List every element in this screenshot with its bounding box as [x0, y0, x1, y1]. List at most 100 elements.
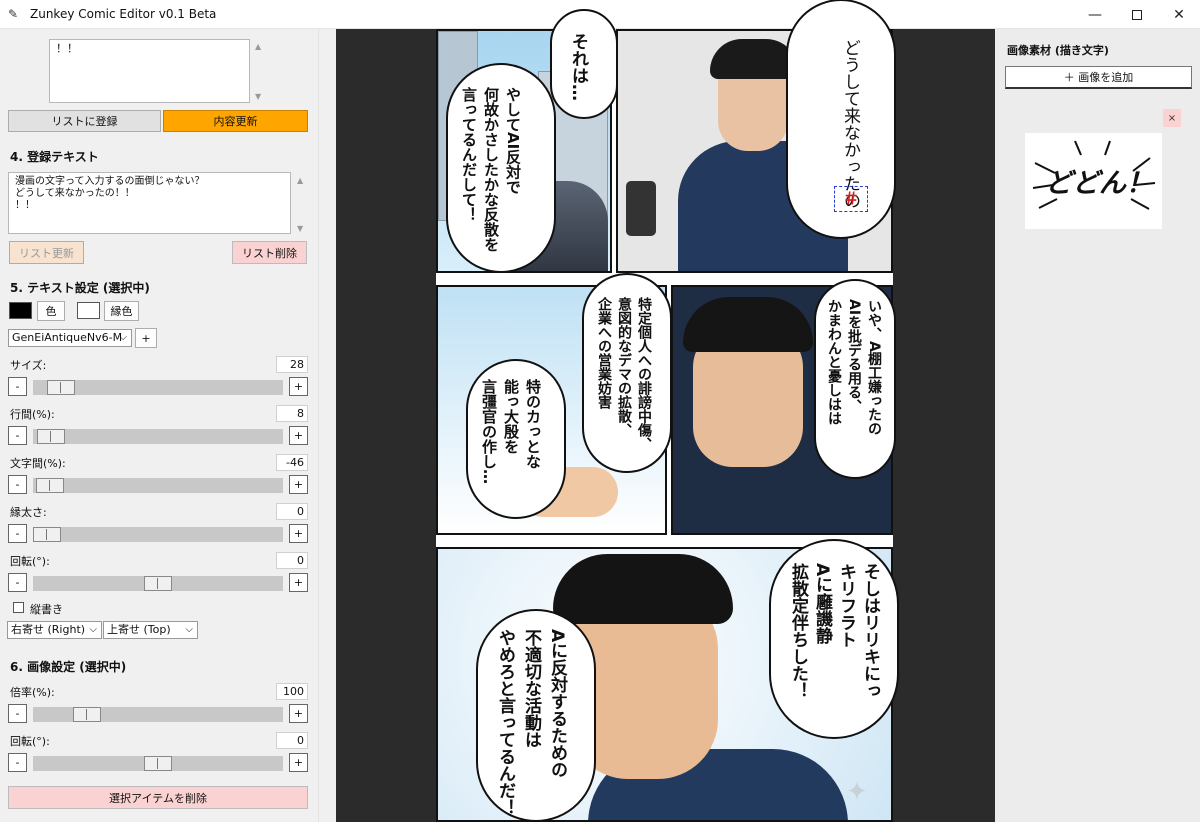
bubble-text: 特のカっとな 能っ大殷を 言彊官の作し… [480, 379, 542, 484]
comic-page[interactable]: それは… やしてAI反対で 何故かさしたかな反散を 言ってるんだして！ どうして… [436, 0, 899, 822]
close-button[interactable]: ✕ [1156, 0, 1200, 29]
scale-value[interactable]: 100 [276, 683, 308, 700]
maximize-icon [1132, 9, 1142, 20]
text-rotation-label: 回転(°): [10, 555, 50, 568]
text-color-swatch[interactable] [9, 302, 32, 319]
letter-spacing-slider[interactable] [33, 478, 283, 493]
left-panel: ！！ ▲ ▼ リストに登録 内容更新 4. 登録テキスト 漫画の文字って入力する… [0, 29, 318, 822]
size-slider-thumb[interactable] [47, 380, 75, 395]
minimize-icon: — [1088, 6, 1102, 23]
image-assets-heading: 画像素材 (描き文字) [1007, 44, 1109, 57]
letter-spacing-plus-button[interactable]: + [289, 475, 308, 494]
close-icon: ✕ [1173, 6, 1185, 23]
vertical-writing-checkbox[interactable] [13, 602, 24, 613]
size-label: サイズ: [10, 359, 47, 372]
left-panel-scrollbar[interactable] [318, 29, 336, 822]
outline-width-plus-button[interactable]: + [289, 524, 308, 543]
outline-width-slider[interactable] [33, 527, 283, 542]
vertical-align-select[interactable]: 上寄せ (Top) ⌵ [103, 621, 198, 639]
maximize-button[interactable] [1114, 0, 1160, 29]
font-add-button[interactable]: + [135, 328, 157, 348]
section-6-title: 6. 画像設定 (選択中) [10, 660, 127, 674]
font-select[interactable]: GenEiAntiqueNv6-M ⌵ [8, 329, 132, 347]
scale-plus-button[interactable]: + [289, 704, 308, 723]
bubble-text: どうして来なかったの [840, 39, 860, 209]
font-select-value: GenEiAntiqueNv6-M [12, 331, 123, 344]
letter-spacing-label: 文字間(%): [10, 457, 66, 470]
text-rotation-value[interactable]: 0 [276, 552, 308, 569]
section-4-title: 4. 登録テキスト [10, 150, 99, 164]
outline-width-label: 縁太さ: [10, 506, 47, 519]
vertical-writing-label: 縦書き [30, 603, 63, 616]
sparkle-icon: ✦ [846, 777, 868, 807]
update-list-button[interactable]: リスト更新 [9, 241, 84, 264]
canvas-area[interactable]: それは… やしてAI反対で 何故かさしたかな反散を 言ってるんだして！ どうして… [336, 0, 995, 822]
chevron-down-icon: ⌵ [119, 332, 127, 343]
line-spacing-value[interactable]: 8 [276, 405, 308, 422]
minimize-button[interactable]: — [1072, 0, 1118, 29]
close-icon: × [1167, 112, 1177, 124]
letter-spacing-value[interactable]: -46 [276, 454, 308, 471]
text-cursor-selection[interactable]: ＃ [834, 186, 868, 212]
add-image-button[interactable]: ＋ 画像を追加 [1005, 66, 1192, 89]
letter-spacing-minus-button[interactable]: - [8, 475, 27, 494]
asset-close-button[interactable]: × [1163, 109, 1181, 127]
scale-label: 倍率(%): [10, 686, 55, 699]
size-plus-button[interactable]: + [289, 377, 308, 396]
line-spacing-minus-button[interactable]: - [8, 426, 27, 445]
size-value[interactable]: 28 [276, 356, 308, 373]
update-content-button[interactable]: 内容更新 [163, 110, 308, 132]
image-rotation-slider-thumb[interactable] [144, 756, 172, 771]
image-rotation-plus-button[interactable]: + [289, 753, 308, 772]
registered-text-list[interactable]: 漫画の文字って入力するの面倒じゃない？ どうして来なかったの！！ ！！ [8, 172, 291, 234]
bubble-text: そしはリリキにっ キリフラト Aに廱譏静 拡散定伴ちした！ [788, 563, 880, 699]
delete-list-button[interactable]: リスト削除 [232, 241, 307, 264]
outline-width-minus-button[interactable]: - [8, 524, 27, 543]
outline-color-swatch[interactable] [77, 302, 100, 319]
bubble-text: Aに反対するための 不適切な活動は やめろと言ってるんだ！ [495, 629, 567, 816]
text-rotation-slider[interactable] [33, 576, 283, 591]
line-spacing-label: 行間(%): [10, 408, 55, 421]
vertical-align-value: 上寄せ (Top) [107, 623, 171, 636]
size-minus-button[interactable]: - [8, 377, 27, 396]
list-scroll-down-icon[interactable]: ▼ [297, 224, 303, 233]
asset-label: どどん！ [1045, 168, 1153, 199]
image-rotation-slider[interactable] [33, 756, 283, 771]
size-slider[interactable] [33, 380, 283, 395]
right-panel: 画像素材 (描き文字) ＋ 画像を追加 × どどん！ [995, 29, 1200, 822]
text-color-button[interactable]: 色 [37, 301, 65, 321]
bubble-text: やしてAI反対で 何故かさしたかな反散を 言ってるんだして！ [460, 87, 522, 252]
asset-thumbnail[interactable]: どどん！ [1025, 133, 1162, 229]
delete-selected-item-button[interactable]: 選択アイテムを削除 [8, 786, 308, 809]
feather-icon: ✎ [8, 7, 19, 21]
image-rotation-value[interactable]: 0 [276, 732, 308, 749]
chevron-down-icon: ⌵ [185, 624, 193, 635]
man-hair-illustration [553, 554, 733, 624]
text-rotation-slider-thumb[interactable] [144, 576, 172, 591]
scale-slider[interactable] [33, 707, 283, 722]
bubble-text: それは… [568, 33, 588, 101]
section-5-title: 5. テキスト設定 (選択中) [10, 281, 150, 295]
outline-width-slider-thumb[interactable] [33, 527, 61, 542]
outline-color-button[interactable]: 縁色 [104, 301, 139, 321]
image-rotation-minus-button[interactable]: - [8, 753, 27, 772]
outline-width-value[interactable]: 0 [276, 503, 308, 520]
line-spacing-slider-thumb[interactable] [37, 429, 65, 444]
line-spacing-slider[interactable] [33, 429, 283, 444]
scale-slider-thumb[interactable] [73, 707, 101, 722]
text-rotation-minus-button[interactable]: - [8, 573, 27, 592]
cursor-icon: ＃ [842, 189, 859, 208]
scroll-down-icon[interactable]: ▼ [255, 92, 261, 101]
line-spacing-plus-button[interactable]: + [289, 426, 308, 445]
image-rotation-label: 回転(°): [10, 735, 50, 748]
register-list-button[interactable]: リストに登録 [8, 110, 161, 132]
scroll-up-icon[interactable]: ▲ [255, 42, 261, 51]
text-rotation-plus-button[interactable]: + [289, 573, 308, 592]
list-scroll-up-icon[interactable]: ▲ [297, 176, 303, 185]
text-input-preview[interactable]: ！！ [49, 39, 250, 103]
horizontal-align-select[interactable]: 右寄せ (Right) ⌵ [7, 621, 102, 639]
man-hair-illustration [683, 297, 813, 352]
letter-spacing-slider-thumb[interactable] [36, 478, 64, 493]
scale-minus-button[interactable]: - [8, 704, 27, 723]
phone-illustration [626, 181, 656, 236]
